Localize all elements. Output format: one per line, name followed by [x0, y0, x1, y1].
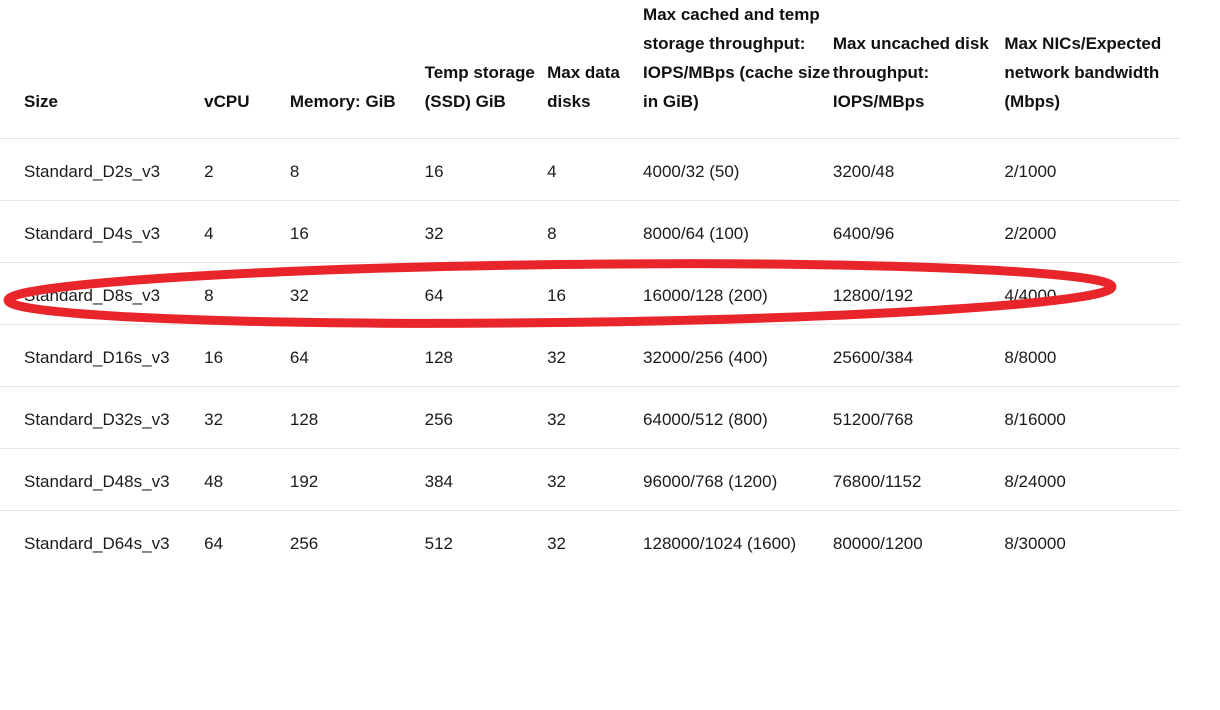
cell-vcpu: 32: [204, 386, 290, 449]
column-header-temp-storage: Temp storage (SSD) GiB: [424, 0, 548, 139]
cell-vcpu: 2: [204, 138, 290, 201]
cell-memory: 64: [289, 324, 425, 387]
cell-max-data-disks: 16: [547, 262, 644, 325]
cell-max-cached-throughput: 64000/512 (800): [643, 386, 833, 449]
table-body: Standard_D2s_v3 2 8 16 4 4000/32 (50) 3200/48 2…: [0, 138, 1180, 573]
column-header-max-nics-bandwidth: Max NICs/Expected network bandwidth (Mbp…: [1004, 0, 1180, 139]
cell-size: Standard_D2s_v3: [0, 138, 205, 201]
table-row: Standard_D2s_v3 2 8 16 4 4000/32 (50) 3200/48 2…: [0, 138, 1180, 201]
cell-vcpu: 8: [204, 262, 290, 325]
cell-max-data-disks: 32: [547, 448, 644, 511]
cell-memory: 16: [289, 200, 425, 263]
cell-vcpu: 4: [204, 200, 290, 263]
column-header-max-data-disks: Max data disks: [547, 0, 644, 139]
cell-size: Standard_D32s_v3: [0, 386, 205, 449]
cell-temp-storage: 64: [424, 262, 548, 325]
cell-temp-storage: 512: [424, 534, 453, 553]
table-row: Standard_D8s_v3 8 32 64 16 16000/128 (200) 128…: [0, 262, 1180, 325]
cell-vcpu: 16: [204, 324, 290, 387]
cell-max-nics-bandwidth: 8/16000: [1004, 386, 1180, 449]
table-header: Size vCPU Memory: GiB Temp storage (SSD)…: [0, 0, 1180, 139]
column-header-vcpu: vCPU: [204, 0, 290, 139]
cell-memory: 128: [289, 386, 425, 449]
cell-max-nics-bandwidth: 8/30000: [1004, 534, 1066, 553]
cell-max-uncached-throughput: 25600/384: [832, 324, 1005, 387]
table-row: Standard_D16s_v3 16 64 128 32 32000/256 (400)…: [0, 324, 1180, 387]
column-header-max-cached-throughput: Max cached and temp storage throughput: …: [643, 0, 833, 139]
cell-memory: 192: [289, 448, 425, 511]
cell-max-nics-bandwidth: 8/8000: [1004, 324, 1180, 387]
vm-sizes-table: Size vCPU Memory: GiB Temp storage (SSD)…: [0, 0, 1180, 572]
column-header-max-uncached-throughput: Max uncached disk throughput: IOPS/MBps: [832, 0, 1005, 139]
cell-max-cached-throughput: 8000/64 (100): [643, 200, 833, 263]
cell-max-cached-throughput: 128000/1024 (1600): [643, 534, 797, 553]
cell-max-uncached-throughput: 3200/48: [832, 138, 1005, 201]
cell-temp-storage: 256: [424, 386, 548, 449]
cell-max-uncached-throughput: 76800/1152: [832, 448, 1005, 511]
cell-max-nics-bandwidth: 4/4000: [1004, 262, 1180, 325]
cell-max-cached-throughput: 96000/768 (1200): [643, 448, 833, 511]
cell-max-data-disks: 32: [547, 324, 644, 387]
table-row: Standard_D32s_v3 32 128 256 32 64000/512 (800…: [0, 386, 1180, 449]
column-header-size: Size: [0, 0, 205, 139]
cell-max-uncached-throughput: 51200/768: [832, 386, 1005, 449]
cell-temp-storage: 384: [424, 448, 548, 511]
table-row: Standard_D64s_v3 64 256 512 32 128000/1024 (1…: [0, 511, 1180, 573]
table-header-row: Size vCPU Memory: GiB Temp storage (SSD)…: [0, 0, 1180, 139]
cell-memory: 32: [289, 262, 425, 325]
column-header-memory: Memory: GiB: [289, 0, 425, 139]
cell-temp-storage: 128: [424, 324, 548, 387]
table-row: Standard_D48s_v3 48 192 384 32 96000/768 (120…: [0, 448, 1180, 511]
cell-max-nics-bandwidth: 2/2000: [1004, 200, 1180, 263]
cell-size: Standard_D48s_v3: [0, 448, 205, 511]
cell-size: Standard_D4s_v3: [0, 200, 205, 263]
cell-memory: 256: [289, 534, 319, 553]
cell-max-uncached-throughput: 80000/1200: [832, 534, 923, 553]
cell-size: Standard_D8s_v3: [0, 262, 205, 325]
cell-max-data-disks: 8: [547, 200, 644, 263]
cell-max-data-disks: 32: [547, 534, 567, 553]
table-row: Standard_D4s_v3 4 16 32 8 8000/64 (100) 6400/9…: [0, 200, 1180, 263]
cell-vcpu: 64: [204, 534, 224, 553]
cell-max-data-disks: 32: [547, 386, 644, 449]
cell-temp-storage: 32: [424, 200, 548, 263]
cell-max-uncached-throughput: 6400/96: [832, 200, 1005, 263]
cell-max-cached-throughput: 16000/128 (200): [643, 262, 833, 325]
cell-max-data-disks: 4: [547, 138, 644, 201]
cell-vcpu: 48: [204, 448, 290, 511]
cell-temp-storage: 16: [424, 138, 548, 201]
cell-memory: 8: [289, 138, 425, 201]
cell-max-uncached-throughput: 12800/192: [832, 262, 1005, 325]
cell-max-nics-bandwidth: 8/24000: [1004, 448, 1180, 511]
cell-size: Standard_D16s_v3: [0, 324, 205, 387]
cell-max-cached-throughput: 32000/256 (400): [643, 324, 833, 387]
cell-max-cached-throughput: 4000/32 (50): [643, 138, 833, 201]
cell-max-nics-bandwidth: 2/1000: [1004, 138, 1180, 201]
cell-size: Standard_D64s_v3: [24, 534, 170, 553]
vm-sizes-table-container: Size vCPU Memory: GiB Temp storage (SSD)…: [0, 0, 1220, 710]
